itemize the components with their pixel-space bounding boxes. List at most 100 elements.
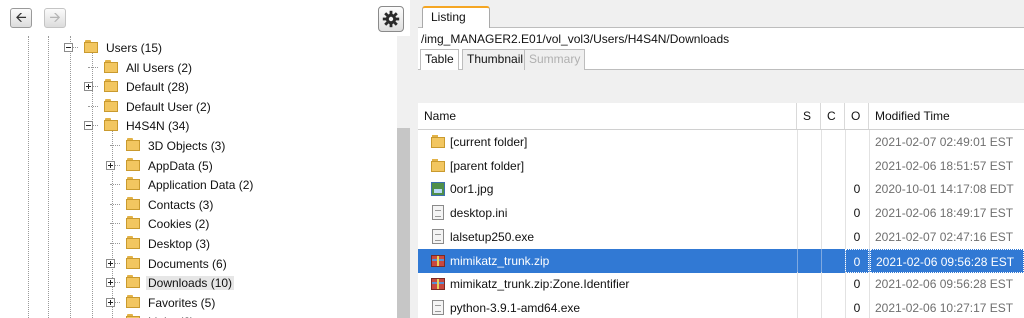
modified-time: 2021-02-06 09:56:28 EST <box>875 277 1014 292</box>
tab-listing[interactable]: Listing <box>422 6 490 28</box>
tree-item[interactable]: Users (15) <box>0 38 397 58</box>
listing-pane: Listing /img_MANAGER2.E01/vol_vol3/Users… <box>418 0 1024 318</box>
collapse-icon[interactable] <box>64 43 73 52</box>
folder-icon <box>126 196 142 211</box>
table-row[interactable]: lalsetup250.exe 0 2021-02-07 02:47:16 EST <box>418 224 1024 249</box>
folder-icon <box>431 158 445 174</box>
modified-time: 2021-02-06 18:49:17 EST <box>875 206 1014 221</box>
tree-toolbar: 🡨 🡪 <box>0 0 410 36</box>
occurrences-value: 0 <box>853 277 861 292</box>
tree-item-label: AppData (5) <box>148 158 213 173</box>
modified-time: 2020-10-01 14:17:08 EDT <box>875 182 1014 197</box>
back-button[interactable]: 🡨 <box>10 8 32 28</box>
tab-thumbnail[interactable]: Thumbnail <box>462 49 529 70</box>
modified-time: 2021-02-06 18:51:57 EST <box>875 158 1014 173</box>
tab-table[interactable]: Table <box>420 49 459 71</box>
folder-icon <box>126 138 142 152</box>
tree-item[interactable]: Links (6) <box>0 312 397 318</box>
folder-icon <box>431 134 445 150</box>
folder-icon <box>126 157 142 172</box>
file-name: 0or1.jpg <box>450 182 494 197</box>
tree-item[interactable]: Default User (2) <box>0 97 397 117</box>
column-header-c[interactable]: C <box>821 103 845 129</box>
arrow-right-icon: 🡪 <box>49 10 61 26</box>
gear-icon <box>382 10 400 28</box>
tree-item[interactable]: H4S4N (34) <box>0 116 397 136</box>
view-tab-bar: Table Thumbnail Summary <box>418 46 1024 71</box>
document-icon <box>431 299 445 316</box>
folder-icon <box>126 275 142 289</box>
tab-summary: Summary <box>524 49 586 70</box>
tree-item[interactable]: Default (28) <box>0 77 397 97</box>
occurrences-value: 0 <box>853 300 861 315</box>
expand-icon[interactable] <box>84 82 93 92</box>
tree-item[interactable]: AppData (5) <box>0 156 397 176</box>
archive-icon <box>431 253 445 269</box>
tree-item[interactable]: 3D Objects (3) <box>0 136 397 156</box>
occurrences-value: 0 <box>845 248 869 273</box>
tree-item[interactable]: Cookies (2) <box>0 214 397 234</box>
table-row[interactable]: 0or1.jpg 0 2020-10-01 14:17:08 EDT <box>418 177 1024 202</box>
tree-pane: 🡨 🡪 Users (15) All Users (2) Default (28… <box>0 0 410 318</box>
folder-icon <box>104 59 120 74</box>
occurrences-value <box>845 130 869 154</box>
folder-icon <box>104 79 120 93</box>
tree-item-label: Application Data (2) <box>148 178 254 193</box>
occurrences-value: 0 <box>853 206 861 221</box>
table-row[interactable]: mimikatz_trunk.zip 0 2021-02-06 09:56:28 E… <box>418 248 1024 273</box>
tree-item-label: Contacts (3) <box>148 197 214 212</box>
modified-time: 2021-02-07 02:47:16 EST <box>875 229 1014 244</box>
folder-icon <box>126 255 142 270</box>
file-name: python-3.9.1-amd64.exe <box>450 300 581 315</box>
tree-item-label: H4S4N (34) <box>126 119 190 134</box>
table-row[interactable]: python-3.9.1-amd64.exe 0 2021-02-06 10:27:… <box>418 295 1024 318</box>
tree-item[interactable]: Desktop (3) <box>0 234 397 254</box>
folder-icon <box>126 236 142 250</box>
file-name: desktop.ini <box>450 206 508 221</box>
folder-icon <box>104 98 120 113</box>
expand-icon[interactable] <box>106 297 115 307</box>
folder-icon <box>126 294 142 309</box>
tree-item-label: Desktop (3) <box>148 237 211 251</box>
current-path: /img_MANAGER2.E01/vol_vol3/Users/H4S4N/D… <box>421 32 730 46</box>
column-header-s[interactable]: S <box>797 103 821 129</box>
document-icon <box>431 205 445 221</box>
tree-item-label: 3D Objects (3) <box>148 139 226 153</box>
modified-time: 2021-02-06 10:27:17 EST <box>875 300 1014 315</box>
document-icon <box>431 228 445 245</box>
column-header-name[interactable]: Name <box>418 103 797 129</box>
outer-tab-bar: Listing <box>418 0 1024 28</box>
tree-item[interactable]: Application Data (2) <box>0 175 397 195</box>
tree-item[interactable]: Downloads (10) <box>0 273 397 293</box>
file-name: mimikatz_trunk.zip:Zone.Identifier <box>450 277 630 292</box>
column-header-o[interactable]: O <box>845 103 869 129</box>
tree-scrollbar[interactable] <box>397 36 410 318</box>
tree-scrollbar-thumb[interactable] <box>397 128 410 318</box>
expand-icon[interactable] <box>106 258 115 268</box>
tree-item[interactable]: Documents (6) <box>0 254 397 274</box>
folder-icon <box>104 118 120 132</box>
tree-item[interactable]: Favorites (5) <box>0 293 397 313</box>
table-row[interactable]: mimikatz_trunk.zip:Zone.Identifier 0 2021-… <box>418 272 1024 297</box>
tree-item-label: Favorites (5) <box>148 295 216 310</box>
pane-splitter[interactable] <box>410 0 418 318</box>
settings-button[interactable] <box>378 6 404 32</box>
file-name: lalsetup250.exe <box>450 229 535 244</box>
table-row[interactable]: [current folder] 2021-02-07 02:49:01 EST <box>418 130 1024 154</box>
occurrences-value: 0 <box>853 182 861 197</box>
column-header-modified-time[interactable]: Modified Time <box>869 103 1024 129</box>
table-row[interactable]: [parent folder] 2021-02-06 18:51:57 EST <box>418 153 1024 178</box>
folder-icon <box>126 216 142 230</box>
tree-item[interactable]: All Users (2) <box>0 58 397 78</box>
expand-icon[interactable] <box>106 278 115 288</box>
tree-item-label: Cookies (2) <box>148 217 210 232</box>
table-row[interactable]: desktop.ini 0 2021-02-06 18:49:17 EST <box>418 201 1024 226</box>
occurrences-value: 0 <box>853 229 861 244</box>
collapse-icon[interactable] <box>84 121 93 131</box>
file-tree: Users (15) All Users (2) Default (28) Defau… <box>0 36 397 318</box>
expand-icon[interactable] <box>106 160 115 170</box>
modified-time: 2021-02-06 09:56:28 EST <box>870 248 1024 273</box>
tree-item[interactable]: Contacts (3) <box>0 195 397 215</box>
occurrences-value <box>845 154 869 178</box>
forward-button[interactable]: 🡪 <box>44 8 66 28</box>
